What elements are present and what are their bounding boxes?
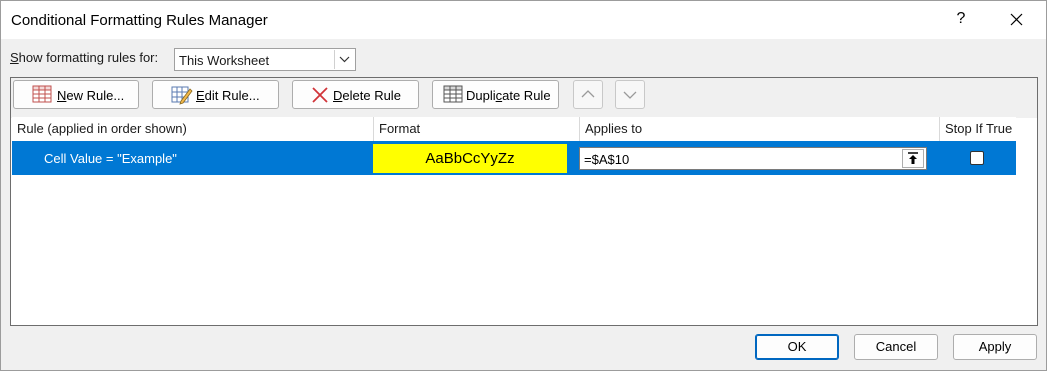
accesskey: E (196, 88, 205, 103)
duplicate-icon (443, 85, 463, 106)
dialog-title: Conditional Formatting Rules Manager (11, 12, 268, 29)
new-rule-icon (32, 85, 52, 106)
label-text: ate Rule (502, 88, 551, 103)
format-preview: AaBbCcYyZz (373, 144, 567, 173)
rules-panel: New Rule... Edit Rule... Delete Rule Dup… (10, 77, 1038, 326)
column-header-stop-if-true[interactable]: Stop If True (939, 117, 1016, 141)
label-text: how formatting rules for: (18, 50, 159, 65)
applies-to-input[interactable]: =$A$10 (579, 147, 927, 170)
cancel-button[interactable]: Cancel (854, 334, 938, 360)
label-accesskey: S (10, 50, 19, 65)
label-text: dit Rule... (204, 88, 260, 103)
column-header-applies-to[interactable]: Applies to (579, 117, 939, 141)
move-down-button[interactable] (615, 80, 645, 109)
rules-toolbar: New Rule... Edit Rule... Delete Rule Dup… (11, 78, 1037, 118)
close-button[interactable] (1002, 9, 1032, 31)
label-text: Dupli (466, 88, 496, 103)
apply-button[interactable]: Apply (953, 334, 1037, 360)
label-text: ew Rule... (66, 88, 125, 103)
show-rules-for-dropdown[interactable]: This Worksheet (174, 48, 356, 71)
show-rules-for-label: Show formatting rules for: (10, 50, 158, 65)
rules-manager-dialog: Conditional Formatting Rules Manager ? S… (0, 0, 1047, 371)
label-text: elete Rule (342, 88, 401, 103)
new-rule-label: New Rule... (57, 88, 124, 103)
move-up-button[interactable] (573, 80, 603, 109)
applies-to-value: =$A$10 (584, 152, 630, 167)
collapse-icon (908, 152, 918, 164)
new-rule-button[interactable]: New Rule... (13, 80, 139, 109)
column-header-format[interactable]: Format (373, 117, 579, 141)
title-bar: Conditional Formatting Rules Manager ? (1, 1, 1046, 39)
close-icon (1010, 13, 1023, 26)
edit-rule-label: Edit Rule... (196, 88, 260, 103)
chevron-up-icon (581, 90, 595, 98)
duplicate-rule-label: Duplicate Rule (466, 88, 551, 103)
duplicate-rule-button[interactable]: Duplicate Rule (432, 80, 559, 109)
chevron-down-icon[interactable] (334, 50, 354, 69)
dropdown-value: This Worksheet (179, 53, 270, 68)
chevron-down-icon (623, 91, 637, 99)
rules-grid-header: Rule (applied in order shown) Format App… (12, 117, 1016, 142)
delete-icon (311, 86, 329, 107)
accesskey: D (333, 88, 343, 103)
delete-rule-label: Delete Rule (333, 88, 401, 103)
edit-rule-button[interactable]: Edit Rule... (152, 80, 279, 109)
help-button[interactable]: ? (951, 10, 971, 28)
rule-description: Cell Value = "Example" (44, 151, 177, 166)
stop-if-true-checkbox[interactable] (970, 151, 984, 165)
table-row[interactable]: Cell Value = "Example" AaBbCcYyZz =$A$10 (12, 141, 1016, 175)
ok-button[interactable]: OK (755, 334, 839, 360)
edit-rule-icon (171, 85, 193, 108)
delete-rule-button[interactable]: Delete Rule (292, 80, 419, 109)
accesskey: N (57, 88, 67, 103)
column-header-rule[interactable]: Rule (applied in order shown) (12, 117, 373, 141)
collapse-dialog-button[interactable] (902, 149, 924, 168)
